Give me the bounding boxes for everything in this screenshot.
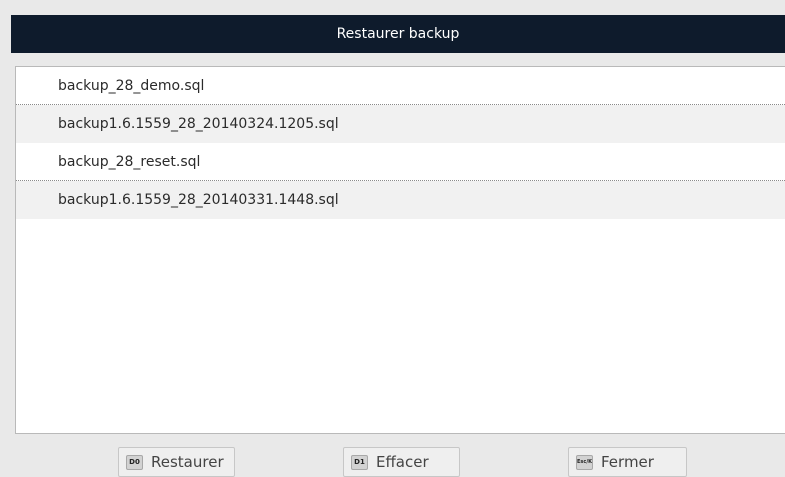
list-item[interactable]: backup_28_demo.sql — [16, 67, 785, 105]
backup-file-name: backup_28_reset.sql — [58, 154, 201, 170]
list-item[interactable]: backup1.6.1559_28_20140331.1448.sql — [16, 181, 785, 219]
dialog-title-bar: Restaurer backup — [11, 15, 785, 53]
backup-file-name: backup_28_demo.sql — [58, 78, 205, 94]
delete-button-label: Effacer — [376, 453, 429, 471]
backup-file-name: backup1.6.1559_28_20140324.1205.sql — [58, 116, 339, 132]
keyboard-key-icon: D1 — [351, 454, 368, 470]
keyboard-key-icon: D0 — [126, 454, 143, 470]
backup-file-list[interactable]: backup_28_demo.sql backup1.6.1559_28_201… — [15, 66, 785, 434]
dialog-title: Restaurer backup — [336, 26, 460, 42]
keyboard-key-icon: Esc/K — [576, 454, 593, 470]
close-button-label: Fermer — [601, 453, 654, 471]
delete-button[interactable]: D1 Effacer — [343, 447, 460, 477]
restore-button-label: Restaurer — [151, 453, 224, 471]
list-item[interactable]: backup1.6.1559_28_20140324.1205.sql — [16, 105, 785, 143]
restore-button[interactable]: D0 Restaurer — [118, 447, 235, 477]
backup-file-name: backup1.6.1559_28_20140331.1448.sql — [58, 192, 339, 208]
close-button[interactable]: Esc/K Fermer — [568, 447, 687, 477]
list-item[interactable]: backup_28_reset.sql — [16, 143, 785, 181]
